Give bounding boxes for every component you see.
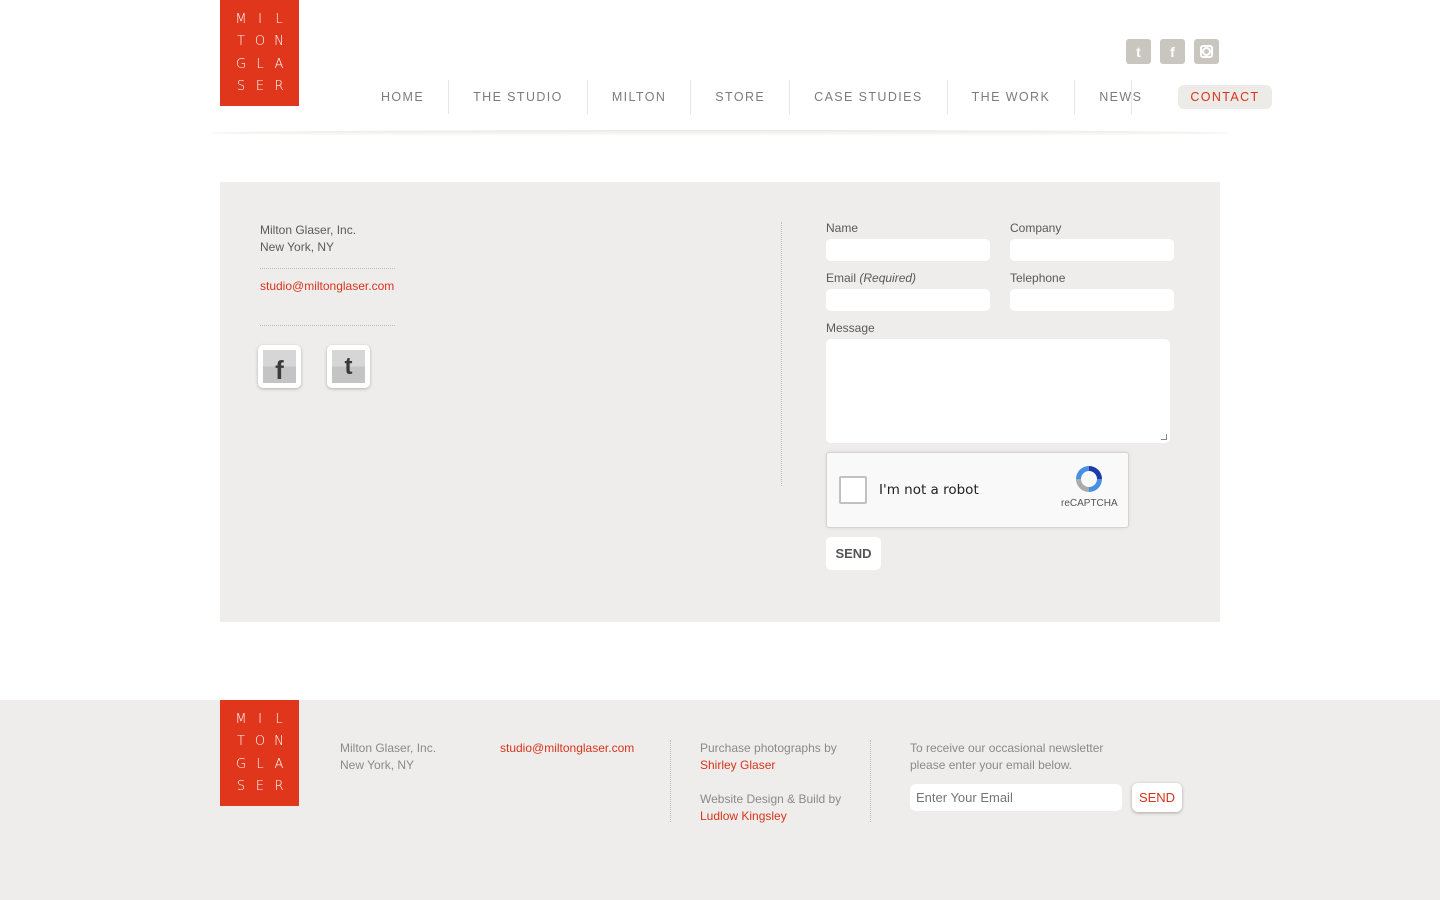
company-field[interactable] <box>1010 239 1174 261</box>
nav-item-milton[interactable]: MILTON <box>586 80 690 114</box>
facebook-button[interactable]: f <box>258 345 301 388</box>
footer-address: Milton Glaser, Inc. New York, NY <box>340 740 436 774</box>
nav-item-news[interactable]: NEWS <box>1074 80 1166 114</box>
recaptcha-checkbox[interactable] <box>839 476 867 504</box>
footer: Milton Glaser, Inc. New York, NY studio@… <box>0 700 1440 900</box>
name-field[interactable] <box>826 239 990 261</box>
footer-email-wrap: studio@miltonglaser.com <box>500 740 634 757</box>
footer-divider <box>870 740 871 822</box>
contact-email-link[interactable]: studio@miltonglaser.com <box>260 279 394 293</box>
divider <box>260 268 395 269</box>
newsletter-send-button[interactable]: SEND <box>1132 783 1182 812</box>
photo-credit-link[interactable]: Shirley Glaser <box>700 757 841 774</box>
logo-letter: T <box>237 34 246 50</box>
telephone-label: Telephone <box>1010 271 1066 285</box>
logo-letter: S <box>236 779 247 795</box>
footer-logo[interactable]: M I L T O N G L A S E R <box>220 700 299 806</box>
address: Milton Glaser, Inc. New York, NY <box>260 222 356 256</box>
newsletter-email-input[interactable] <box>910 784 1122 811</box>
nav-item-home[interactable]: HOME <box>357 80 448 114</box>
send-button[interactable]: SEND <box>826 537 881 570</box>
footer-credits: Purchase photographs by Shirley Glaser W… <box>700 740 841 825</box>
recaptcha-label: I'm not a robot <box>879 482 979 498</box>
logo-letter: L <box>256 56 265 72</box>
logo-letter: N <box>274 34 285 50</box>
newsletter-line: To receive our occasional newsletter <box>910 741 1104 755</box>
logo-letter: R <box>274 779 285 795</box>
message-label: Message <box>826 321 875 335</box>
facebook-icon[interactable]: f <box>1160 39 1185 64</box>
recaptcha-brand: reCAPTCHA <box>1061 498 1118 509</box>
email-label: Email (Required) <box>826 271 916 285</box>
facebook-icon: f <box>263 350 296 383</box>
logo-letter: O <box>254 734 267 750</box>
contact-panel: Milton Glaser, Inc. New York, NY studio@… <box>220 182 1220 622</box>
logo-letter: L <box>256 756 265 772</box>
vertical-divider <box>781 222 782 486</box>
nav-item-store[interactable]: STORE <box>690 80 789 114</box>
footer-company: Milton Glaser, Inc. <box>340 741 437 755</box>
logo-letter: M <box>235 11 248 27</box>
logo-letter: G <box>235 756 248 772</box>
logo-letter: R <box>274 79 285 95</box>
telephone-field[interactable] <box>1010 289 1174 311</box>
nav-item-the-studio[interactable]: THE STUDIO <box>448 80 587 114</box>
nav-item-contact[interactable]: CONTACT <box>1178 85 1272 109</box>
logo-letter: E <box>255 79 266 95</box>
company-label: Company <box>1010 221 1062 235</box>
twitter-button[interactable]: t <box>327 345 370 388</box>
nav-divider <box>1131 80 1132 114</box>
logo-letter: N <box>274 734 285 750</box>
footer-divider <box>670 740 671 822</box>
name-label: Name <box>826 221 859 235</box>
logo-letter: L <box>275 711 284 727</box>
logo-letter: L <box>275 11 284 27</box>
logo-letter: A <box>274 756 285 772</box>
logo-letter: T <box>237 734 246 750</box>
logo[interactable]: M I L T O N G L A S E R <box>220 0 299 106</box>
divider <box>260 325 395 326</box>
footer-email-link[interactable]: studio@miltonglaser.com <box>500 741 634 755</box>
footer-city: New York, NY <box>340 758 415 772</box>
main-nav: HOME THE STUDIO MILTON STORE CASE STUDIE… <box>357 80 1272 114</box>
twitter-icon: t <box>332 350 365 383</box>
logo-letter: M <box>235 711 248 727</box>
header-shadow <box>210 130 1230 136</box>
newsletter-text: To receive our occasional newsletter ple… <box>910 740 1103 774</box>
design-credit-link[interactable]: Ludlow Kingsley <box>700 808 841 825</box>
email-required-note: (Required) <box>859 271 917 285</box>
nav-item-case-studies[interactable]: CASE STUDIES <box>789 80 947 114</box>
email-field[interactable] <box>826 289 990 311</box>
recaptcha-icon <box>1076 466 1102 492</box>
resize-handle[interactable] <box>1161 434 1167 440</box>
twitter-icon[interactable]: t <box>1126 39 1151 64</box>
message-field[interactable] <box>826 339 1170 443</box>
email-label-text: Email <box>826 271 857 285</box>
logo-letter: G <box>235 56 248 72</box>
logo-letter: O <box>254 34 267 50</box>
company-name: Milton Glaser, Inc. <box>260 223 357 237</box>
social-links: t f <box>1126 39 1219 64</box>
photo-credit-text: Purchase photographs by <box>700 741 837 755</box>
logo-letter: A <box>274 56 285 72</box>
newsletter-line: please enter your email below. <box>910 758 1073 772</box>
company-city: New York, NY <box>260 240 335 254</box>
nav-item-the-work[interactable]: THE WORK <box>946 80 1075 114</box>
instagram-icon[interactable] <box>1194 39 1219 64</box>
recaptcha-widget: I'm not a robot reCAPTCHA <box>826 452 1129 528</box>
design-credit-text: Website Design & Build by <box>700 792 842 806</box>
logo-letter: I <box>258 711 263 727</box>
logo-letter: E <box>255 779 266 795</box>
logo-letter: I <box>258 11 263 27</box>
logo-letter: S <box>236 79 247 95</box>
